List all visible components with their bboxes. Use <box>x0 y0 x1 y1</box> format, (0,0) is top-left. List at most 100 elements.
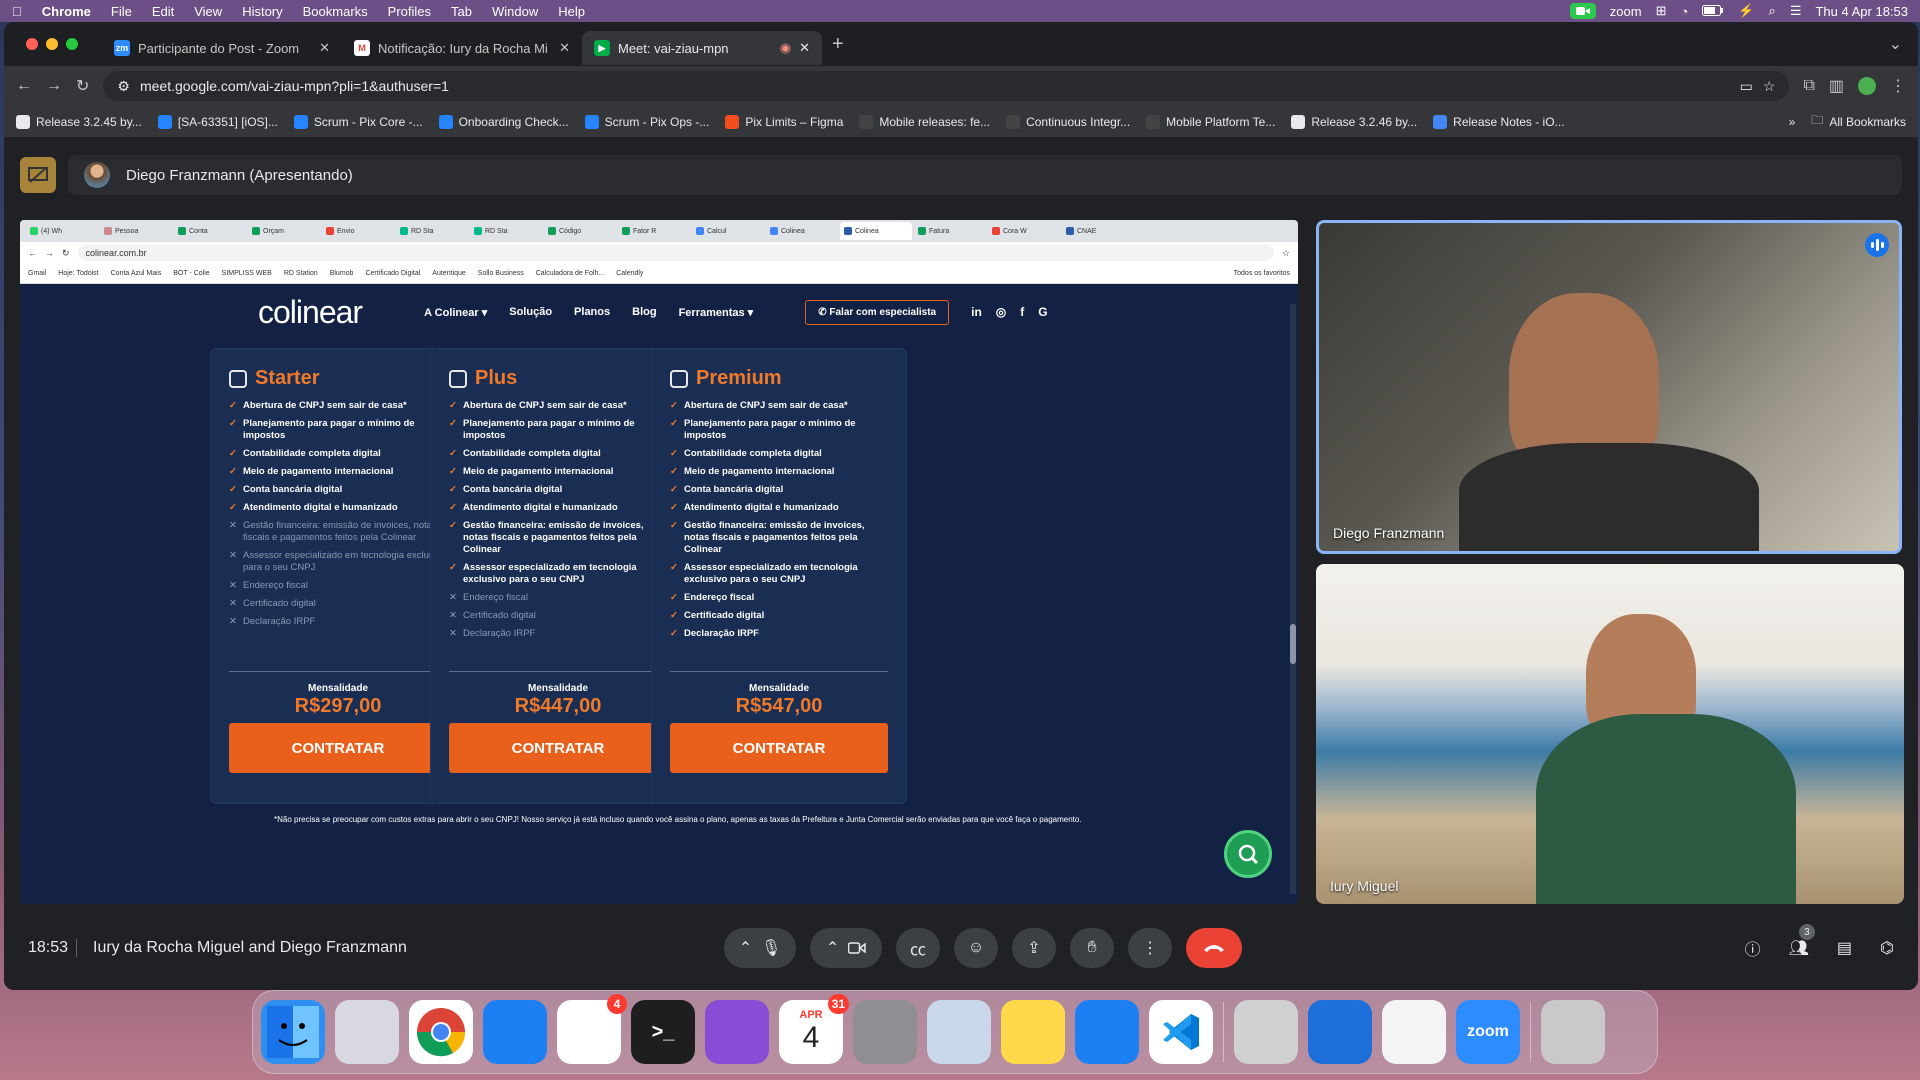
menu-history[interactable]: History <box>242 4 282 19</box>
wifi-icon[interactable]: ◔ <box>1681 4 1689 19</box>
people-icon[interactable]: 👥︎ 3 <box>1789 924 1815 958</box>
calendar-icon[interactable]: APR 4 31 <box>779 994 849 1064</box>
bookmark-icon <box>157 114 172 129</box>
screen-recorder-icon[interactable] <box>1234 1000 1298 1064</box>
menu-view[interactable]: View <box>194 4 222 19</box>
bookmark-item[interactable]: Mobile Platform Te... <box>1146 114 1275 129</box>
chevron-up-icon[interactable]: ⌃ <box>739 938 752 958</box>
all-bookmarks-folder[interactable]: 🗀 All Bookmarks <box>1811 111 1906 132</box>
feature-text: Contabilidade completa digital <box>463 448 601 459</box>
captions-button[interactable]: ㏄ <box>896 928 940 968</box>
meeting-title: Iury da Rocha Miguel and Diego Franzmann <box>76 939 407 957</box>
profile-avatar[interactable] <box>1858 77 1876 95</box>
present-button[interactable]: ⇪ <box>1012 928 1056 968</box>
bookmark-item[interactable]: Continuous Integr... <box>1006 114 1130 129</box>
plan-header: Plus <box>431 349 685 400</box>
menu-file[interactable]: File <box>111 4 132 19</box>
tab-zoom[interactable]: zm Participante do Post - Zoom ✕ <box>102 31 342 65</box>
reactions-button[interactable]: ☺ <box>954 928 998 968</box>
bookmark-item[interactable]: Release 3.2.45 by... <box>16 114 142 129</box>
bookmark-item[interactable]: Pix Limits – Figma <box>725 114 843 129</box>
apple-icon[interactable]:  <box>12 4 22 19</box>
bookmark-item[interactable]: Release Notes - iO... <box>1433 114 1565 129</box>
close-icon[interactable]: ✕ <box>559 40 570 56</box>
shared-scrollbar <box>1290 304 1296 894</box>
more-options-button[interactable]: ⋮ <box>1128 928 1172 968</box>
preview-icon[interactable] <box>927 1000 991 1064</box>
raise-hand-button[interactable]: ✋︎ <box>1070 928 1114 968</box>
tab-search-chevron-icon[interactable]: ⌄ <box>1889 34 1902 54</box>
vscode-icon[interactable] <box>1149 1000 1213 1064</box>
grid-status-icon[interactable]: ⊞ <box>1656 3 1667 19</box>
site-info-icon[interactable]: ⚙ <box>117 78 130 95</box>
menu-help[interactable]: Help <box>558 4 585 19</box>
address-bar[interactable]: ⚙ meet.google.com/vai-ziau-mpn?pli=1&aut… <box>103 71 1790 101</box>
zoom-menu-label[interactable]: zoom <box>1610 4 1642 19</box>
notes-icon[interactable] <box>1001 1000 1065 1064</box>
control-center-icon[interactable]: ☰ <box>1790 3 1802 19</box>
back-arrow-icon[interactable]: ← <box>16 77 32 95</box>
menu-bookmarks[interactable]: Bookmarks <box>303 4 368 19</box>
menubar-clock[interactable]: Thu 4 Apr 18:53 <box>1815 4 1908 19</box>
zoom-icon[interactable]: zoom <box>1456 1000 1520 1064</box>
xcode-icon[interactable] <box>483 1000 547 1064</box>
meeting-info-icon[interactable]: ⓘ <box>1745 936 1761 960</box>
bookmark-item[interactable]: Scrum - Pix Core -... <box>293 114 423 129</box>
more-bookmarks-icon[interactable]: » <box>1789 115 1796 129</box>
participant-name: Diego Franzmann <box>1333 525 1445 541</box>
shared-tab: RD Sta <box>470 222 542 240</box>
slack-icon[interactable]: 4 <box>557 994 627 1064</box>
vpn-icon[interactable] <box>1308 1000 1372 1064</box>
menu-app-name[interactable]: Chrome <box>42 4 91 19</box>
xcode-instruments-icon[interactable] <box>1075 1000 1139 1064</box>
reload-icon[interactable]: ↻ <box>76 76 89 96</box>
bookmark-item[interactable]: Release 3.2.46 by... <box>1291 114 1417 129</box>
close-window-button[interactable] <box>26 38 38 50</box>
chrome-icon[interactable] <box>409 1000 473 1064</box>
leave-call-button[interactable] <box>1186 928 1242 968</box>
tab-title: Notificação: Iury da Rocha Mi <box>378 40 548 56</box>
more-menu-icon[interactable]: ⋮ <box>1890 76 1906 96</box>
close-icon[interactable]: ✕ <box>319 40 330 56</box>
bookmark-item[interactable]: Mobile releases: fe... <box>859 114 990 129</box>
zoom-camera-icon[interactable] <box>1569 3 1596 19</box>
menu-tab[interactable]: Tab <box>451 4 472 19</box>
menu-edit[interactable]: Edit <box>152 4 174 19</box>
close-icon[interactable]: ✕ <box>799 40 810 56</box>
finder-icon[interactable] <box>261 1000 325 1064</box>
terminal-icon[interactable]: >_ <box>631 1000 695 1064</box>
video-tile-diego[interactable]: Diego Franzmann <box>1316 220 1902 554</box>
extensions-icon[interactable]: ⧉ <box>1803 77 1814 95</box>
tab-gmail[interactable]: M Notificação: Iury da Rocha Mi ✕ <box>342 31 582 65</box>
spotlight-search-icon[interactable]: ⌕ <box>1769 3 1776 19</box>
textedit-icon[interactable] <box>1382 1000 1446 1064</box>
bookmark-item[interactable]: Onboarding Check... <box>438 114 569 129</box>
bookmark-item[interactable]: Scrum - Pix Ops -... <box>584 114 709 129</box>
system-settings-icon[interactable] <box>853 1000 917 1064</box>
github-desktop-icon[interactable] <box>705 1000 769 1064</box>
new-tab-button[interactable]: + <box>832 33 844 56</box>
forward-arrow-icon[interactable]: → <box>46 77 62 95</box>
launchpad-icon[interactable] <box>335 1000 399 1064</box>
presenter-name: Diego Franzmann (Apresentando) <box>126 166 353 184</box>
activities-icon[interactable]: ⌬ <box>1880 938 1894 958</box>
zoom-window-button[interactable] <box>66 38 78 50</box>
video-tile-iury[interactable]: Iury Miguel <box>1316 564 1904 904</box>
bluetooth-off-icon[interactable]: ⚡ <box>1738 3 1754 19</box>
menu-profiles[interactable]: Profiles <box>388 4 431 19</box>
stop-presenting-icon[interactable] <box>20 157 56 193</box>
menu-window[interactable]: Window <box>492 4 538 19</box>
participant-body <box>1459 443 1759 551</box>
camera-icon[interactable]: ▭ <box>1740 78 1753 95</box>
chat-icon[interactable]: ▤ <box>1837 938 1852 958</box>
bookmark-star-icon[interactable]: ☆ <box>1763 78 1776 95</box>
tab-meet[interactable]: ▶ Meet: vai-ziau-mpn ◉ ✕ <box>582 31 822 65</box>
chevron-up-icon[interactable]: ⌃ <box>826 938 839 958</box>
minimize-window-button[interactable] <box>46 38 58 50</box>
battery-icon[interactable] <box>1702 4 1724 19</box>
camera-button[interactable]: ⌃ <box>810 928 882 968</box>
trash-icon[interactable] <box>1541 1000 1605 1064</box>
bookmark-item[interactable]: [SA-63351] [iOS]... <box>157 114 278 129</box>
microphone-button[interactable]: ⌃ 🎙︎ <box>724 928 796 968</box>
sidepanel-icon[interactable]: ▥ <box>1829 76 1844 96</box>
